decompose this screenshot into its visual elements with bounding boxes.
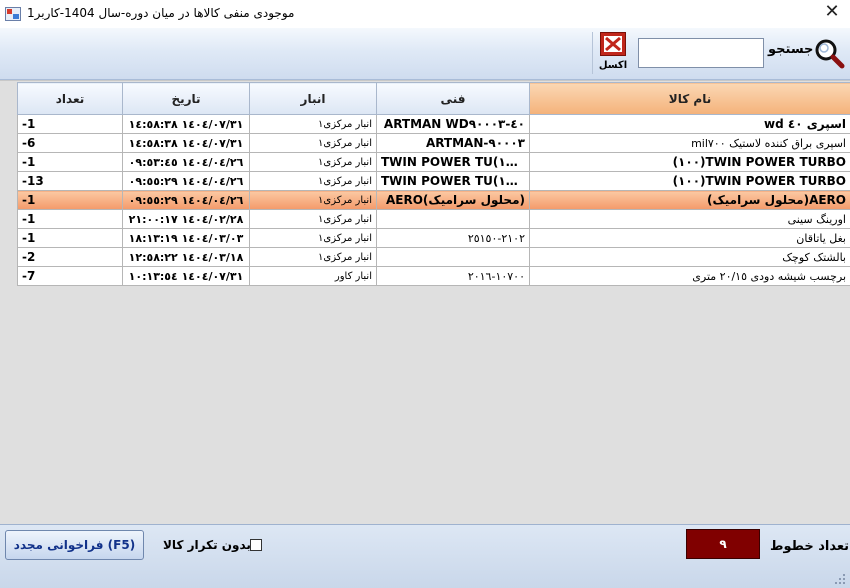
cell-date[interactable]: ١٤٠٤/٠٤/٢٦ ٠٩:٥٥:٢٩ [122,171,250,191]
toolbar: جستجو اکسل [0,28,850,80]
cell-count[interactable]: -6 [17,133,123,153]
no-duplicate-checkbox[interactable] [250,539,262,551]
close-button[interactable]: ✕ [814,0,850,26]
column-header-tech[interactable]: فنی [376,82,530,115]
column-header-store[interactable]: انبار [249,82,377,115]
cell-tech[interactable]: TWIN POWER TU(١٠٠)... [376,171,530,191]
window-title: موجودی منفی کالاها در میان دوره-سال 1404… [27,6,295,20]
cell-name[interactable]: برچسب شیشه دودی ٢٠/١٥ متری [529,266,850,286]
cell-count[interactable]: -2 [17,247,123,267]
cell-store[interactable]: انبار مرکزی١ [249,152,377,172]
table-row[interactable]: اسپری براق کننده لاستیک mil٧٠٠ ARTMAN-٩٠… [17,133,850,153]
cell-tech[interactable]: ARTMAN WD٤٠-٩٠٠٠٣ [376,114,530,134]
cell-count[interactable]: -1 [17,114,123,134]
cell-store[interactable]: انبار مرکزی١ [249,190,377,210]
cell-date[interactable]: ١٤٠٤/٠٢/٢٨ ٢١:٠٠:١٧ [122,209,250,229]
cell-date[interactable]: ١٤٠٤/٠٣/٠٣ ١٨:١٣:١٩ [122,228,250,248]
cell-date[interactable]: ١٤٠٤/٠٧/٣١ ١٤:٥٨:٣٨ [122,133,250,153]
cell-name[interactable]: AERO(محلول سرامیک) [529,190,850,210]
search-input[interactable] [638,38,764,68]
table-row-selected[interactable]: AERO(محلول سرامیک) AERO(محلول سرامیک) ان… [17,190,850,210]
grid-area: نام کالا فنی انبار تاریخ تعداد اسپری ٤٠ … [0,80,850,524]
table-row[interactable]: TWIN POWER TURBO(١٠٠) TWIN POWER TU(١٠٠)… [17,152,850,172]
cell-store[interactable]: انبار مرکزی١ [249,247,377,267]
cell-store[interactable]: انبار مرکزی١ [249,171,377,191]
row-count-value: ٩ [686,529,760,559]
cell-tech[interactable]: ٢١٠٢-٢٥١٥٠ [376,228,530,248]
cell-name[interactable]: اسپری ٤٠ wd [529,114,850,134]
row-count-label: تعداد خطوط [770,539,850,554]
cell-tech[interactable]: TWIN POWER TU(١٠٠)... [376,152,530,172]
grid-header-row: نام کالا فنی انبار تاریخ تعداد [17,82,850,115]
cell-store[interactable]: انبار کاور [249,266,377,286]
cell-name[interactable]: TWIN POWER TURBO(١٠٠) [529,171,850,191]
table-row[interactable]: اسپری ٤٠ wd ARTMAN WD٤٠-٩٠٠٠٣ انبار مرکز… [17,114,850,134]
resize-grip-icon[interactable] [832,571,846,585]
cell-count[interactable]: -1 [17,228,123,248]
cell-tech[interactable]: AERO(محلول سرامیک) [376,190,530,210]
cell-date[interactable]: ١٤٠٤/٠٤/٢٦ ٠٩:٥٥:٢٩ [122,190,250,210]
title-bar: موجودی منفی کالاها در میان دوره-سال 1404… [0,0,850,28]
cell-store[interactable]: انبار مرکزی١ [249,209,377,229]
cell-date[interactable]: ١٤٠٤/٠٣/١٨ ١٢:٥٨:٢٢ [122,247,250,267]
search-icon[interactable] [813,37,845,69]
table-row[interactable]: TWIN POWER TURBO(١٠٠) TWIN POWER TU(١٠٠)… [17,171,850,191]
cell-tech[interactable]: ARTMAN-٩٠٠٠٣ [376,133,530,153]
cell-count[interactable]: -7 [17,266,123,286]
table-row[interactable]: بالشتک کوچک انبار مرکزی١ ١٤٠٤/٠٣/١٨ ١٢:٥… [17,247,850,267]
no-duplicate-label: بدون تکرار کالا [163,538,251,552]
cell-count[interactable]: -1 [17,190,123,210]
excel-label: اکسل [598,60,628,71]
table-row[interactable]: برچسب شیشه دودی ٢٠/١٥ متری ١٠٧٠٠-٢٠١٦ ان… [17,266,850,286]
excel-icon [600,32,626,56]
cell-store[interactable]: انبار مرکزی١ [249,114,377,134]
cell-date[interactable]: ١٤٠٤/٠٤/٢٦ ٠٩:٥٣:٤٥ [122,152,250,172]
app-icon [5,7,21,21]
cell-tech[interactable]: ١٠٧٠٠-٢٠١٦ [376,266,530,286]
bottom-bar: تعداد خطوط ٩ بدون تکرار کالا فراخوانی مج… [0,524,850,588]
cell-count[interactable]: -1 [17,152,123,172]
cell-name[interactable]: بالشتک کوچک [529,247,850,267]
cell-date[interactable]: ١٤٠٤/٠٧/٣١ ١٠:١٣:٥٤ [122,266,250,286]
cell-count[interactable]: -1 [17,209,123,229]
column-header-date[interactable]: تاریخ [122,82,250,115]
cell-store[interactable]: انبار مرکزی١ [249,133,377,153]
cell-count[interactable]: -13 [17,171,123,191]
negative-stock-grid[interactable]: نام کالا فنی انبار تاریخ تعداد اسپری ٤٠ … [17,82,850,286]
cell-tech[interactable] [376,209,530,229]
table-row[interactable]: بغل یاتاقان ٢١٠٢-٢٥١٥٠ انبار مرکزی١ ١٤٠٤… [17,228,850,248]
table-row[interactable]: اورینگ سینی انبار مرکزی١ ١٤٠٤/٠٢/٢٨ ٢١:٠… [17,209,850,229]
toolbar-separator [592,32,593,74]
column-header-count[interactable]: تعداد [17,82,123,115]
cell-tech[interactable] [376,247,530,267]
column-header-name[interactable]: نام کالا [529,82,850,115]
cell-name[interactable]: بغل یاتاقان [529,228,850,248]
excel-export-button[interactable]: اکسل [594,30,632,76]
cell-date[interactable]: ١٤٠٤/٠٧/٣١ ١٤:٥٨:٣٨ [122,114,250,134]
cell-name[interactable]: اسپری براق کننده لاستیک mil٧٠٠ [529,133,850,153]
cell-store[interactable]: انبار مرکزی١ [249,228,377,248]
search-label: جستجو [768,42,814,57]
reload-button[interactable]: فراخوانی مجدد (F5) [5,530,144,560]
cell-name[interactable]: اورینگ سینی [529,209,850,229]
cell-name[interactable]: TWIN POWER TURBO(١٠٠) [529,152,850,172]
